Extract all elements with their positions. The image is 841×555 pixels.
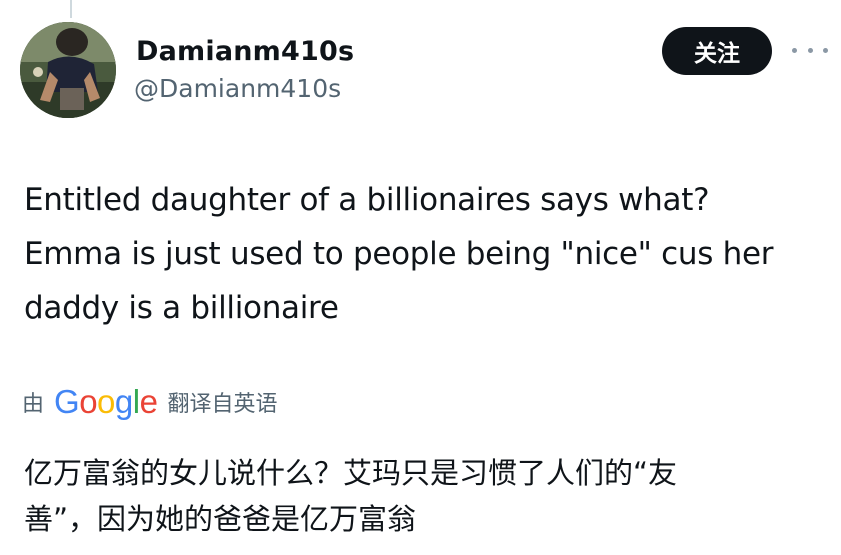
author-display-name[interactable]: Damianm410s: [136, 36, 354, 67]
translation-attribution[interactable]: 由 Google 翻译自英语: [22, 381, 277, 423]
more-dot: [823, 47, 828, 53]
follow-button[interactable]: 关注: [662, 27, 772, 75]
translation-prefix: 由: [22, 392, 45, 417]
tweet-text-line: Emma is just used to people being "nice"…: [24, 236, 774, 272]
translated-text-line: 亿万富翁的女儿说什么？艾玛只是习惯了人们的“友: [24, 456, 678, 490]
thread-connector-line: [70, 0, 72, 18]
translated-text: 亿万富翁的女儿说什么？艾玛只是习惯了人们的“友 善”，因为她的爸爸是亿万富翁: [24, 450, 839, 542]
tweet-text-line: Entitled daughter of a billionaires says…: [24, 182, 710, 218]
google-logo: Google: [54, 383, 158, 420]
translation-source-label: 翻译自英语: [167, 392, 278, 417]
avatar[interactable]: [20, 22, 116, 118]
translated-text-line: 善”，因为她的爸爸是亿万富翁: [24, 502, 417, 536]
profile-photo-icon: [20, 22, 116, 118]
author-handle[interactable]: @Damianm410s: [134, 74, 341, 103]
tweet-text-line: daddy is a billionaire: [24, 290, 339, 326]
more-options-icon[interactable]: [792, 38, 828, 62]
tweet-text: Entitled daughter of a billionaires says…: [24, 173, 839, 335]
more-dot: [807, 47, 813, 53]
more-dot: [792, 47, 797, 53]
